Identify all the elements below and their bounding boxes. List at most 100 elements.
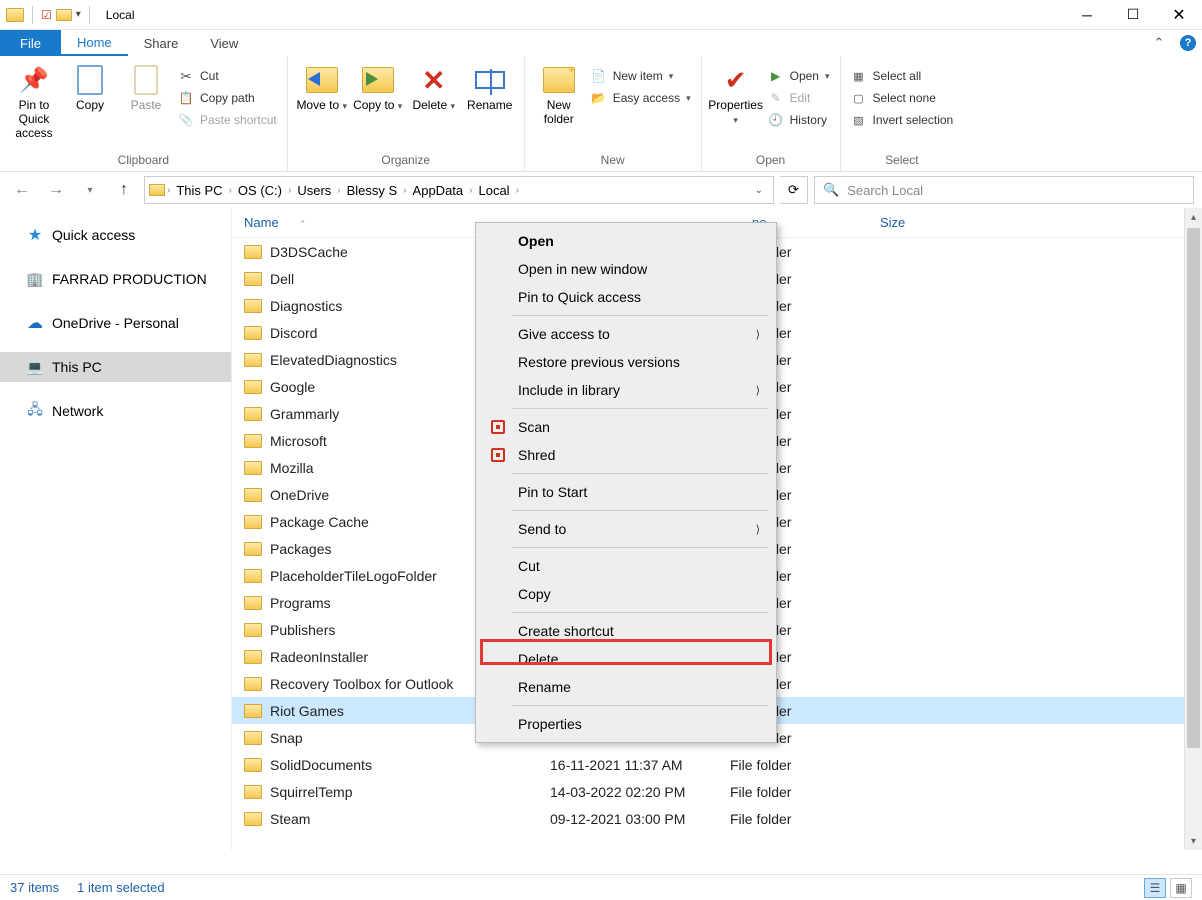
- cm-shred[interactable]: Shred: [478, 441, 774, 469]
- address-dropdown-icon[interactable]: ⌄: [749, 185, 769, 196]
- address-bar[interactable]: › This PC› OS (C:)› Users› Blessy S› App…: [144, 176, 774, 204]
- scissors-icon: ✂: [178, 68, 194, 84]
- cm-cut[interactable]: Cut: [478, 552, 774, 580]
- cm-rename[interactable]: Rename: [478, 673, 774, 701]
- tab-home[interactable]: Home: [61, 30, 128, 56]
- invert-selection-button[interactable]: ▨Invert selection: [847, 110, 958, 130]
- forward-button[interactable]: →: [42, 176, 70, 204]
- newitem-icon: 📄: [591, 68, 607, 84]
- up-button[interactable]: ↑: [110, 176, 138, 204]
- history-button[interactable]: 🕘History: [764, 110, 834, 130]
- cm-send-to[interactable]: Send to⟩: [478, 515, 774, 543]
- chevron-right-icon[interactable]: ›: [167, 185, 170, 196]
- close-button[interactable]: ✕: [1156, 0, 1202, 30]
- easy-access-button[interactable]: 📂Easy access ▾: [587, 88, 695, 108]
- sidebar-item-quick-access[interactable]: ★Quick access: [0, 220, 231, 250]
- qat-dropdown-icon[interactable]: ▾: [76, 9, 81, 20]
- chevron-right-icon: ⟩: [756, 523, 760, 536]
- cm-create-shortcut[interactable]: Create shortcut: [478, 617, 774, 645]
- new-item-button[interactable]: 📄New item ▾: [587, 66, 695, 86]
- file-row[interactable]: SquirrelTemp14-03-2022 02:20 PMFile fold…: [232, 778, 1202, 805]
- sidebar-item-onedrive[interactable]: ☁OneDrive - Personal: [0, 308, 231, 338]
- refresh-button[interactable]: ⟳: [780, 176, 808, 204]
- sidebar-item-this-pc[interactable]: 💻This PC: [0, 352, 231, 382]
- cm-restore-versions[interactable]: Restore previous versions: [478, 348, 774, 376]
- sidebar-item-custom[interactable]: 🏢FARRAD PRODUCTION: [0, 264, 231, 294]
- rename-button[interactable]: Rename: [462, 62, 518, 115]
- search-box[interactable]: 🔍: [814, 176, 1194, 204]
- star-icon: ★: [26, 226, 44, 244]
- search-icon: 🔍: [823, 182, 839, 198]
- scroll-down-icon[interactable]: ▾: [1185, 832, 1202, 850]
- scroll-up-icon[interactable]: ▴: [1185, 208, 1202, 226]
- search-input[interactable]: [847, 183, 1185, 198]
- cm-properties[interactable]: Properties: [478, 710, 774, 738]
- sidebar-item-network[interactable]: 🖧Network: [0, 396, 231, 426]
- cut-button[interactable]: ✂Cut: [174, 66, 281, 86]
- pin-to-quick-access-button[interactable]: 📌 Pin to Quick access: [6, 62, 62, 142]
- vertical-scrollbar[interactable]: ▴ ▾: [1184, 208, 1202, 850]
- breadcrumb[interactable]: Blessy S: [343, 183, 402, 198]
- cm-scan[interactable]: Scan: [478, 413, 774, 441]
- paste-button[interactable]: Paste: [118, 62, 174, 115]
- move-to-button[interactable]: Move to ▾: [294, 62, 350, 115]
- qat-folder-icon[interactable]: [56, 9, 72, 21]
- details-view-button[interactable]: ☰: [1144, 878, 1166, 898]
- cm-open-new-window[interactable]: Open in new window: [478, 255, 774, 283]
- cm-include-library[interactable]: Include in library⟩: [478, 376, 774, 404]
- cm-copy[interactable]: Copy: [478, 580, 774, 608]
- copy-path-button[interactable]: 📋Copy path: [174, 88, 281, 108]
- maximize-button[interactable]: ☐: [1110, 0, 1156, 30]
- properties-button[interactable]: ✔ Properties ▾: [708, 62, 764, 129]
- folder-icon: [244, 704, 262, 718]
- folder-icon: [244, 272, 262, 286]
- breadcrumb[interactable]: This PC: [172, 183, 226, 198]
- mcafee-icon: [490, 447, 506, 463]
- file-name: Steam: [270, 811, 550, 827]
- file-row[interactable]: SolidDocuments16-11-2021 11:37 AMFile fo…: [232, 751, 1202, 778]
- arrow-right-icon: [366, 72, 378, 86]
- file-type: File folder: [730, 784, 880, 800]
- copy-to-button[interactable]: Copy to ▾: [350, 62, 406, 115]
- window-title: Local: [106, 8, 135, 22]
- cm-give-access[interactable]: Give access to⟩: [478, 320, 774, 348]
- breadcrumb[interactable]: Users: [293, 183, 335, 198]
- breadcrumb[interactable]: Local: [474, 183, 513, 198]
- select-all-button[interactable]: ▦Select all: [847, 66, 958, 86]
- breadcrumb[interactable]: OS (C:): [234, 183, 286, 198]
- help-button[interactable]: ?: [1174, 30, 1202, 56]
- edit-button[interactable]: ✎Edit: [764, 88, 834, 108]
- breadcrumb[interactable]: AppData: [409, 183, 468, 198]
- status-bar: 37 items 1 item selected ☰ ▦: [0, 874, 1202, 900]
- collapse-ribbon-icon[interactable]: ⌃: [1144, 30, 1174, 56]
- open-button[interactable]: ▶Open ▾: [764, 66, 834, 86]
- minimize-button[interactable]: ─: [1064, 0, 1110, 30]
- scrollbar-thumb[interactable]: [1187, 228, 1200, 748]
- cm-delete[interactable]: Delete: [478, 645, 774, 673]
- file-type: File folder: [730, 757, 880, 773]
- cm-pin-start[interactable]: Pin to Start: [478, 478, 774, 506]
- folder-icon: [244, 758, 262, 772]
- tab-file[interactable]: File: [0, 30, 61, 56]
- cm-pin-quick-access[interactable]: Pin to Quick access: [478, 283, 774, 311]
- qat-checkbox-icon[interactable]: ☑: [41, 8, 52, 22]
- paste-shortcut-button[interactable]: 📎Paste shortcut: [174, 110, 281, 130]
- folder-icon: [244, 326, 262, 340]
- icons-view-button[interactable]: ▦: [1170, 878, 1192, 898]
- arrow-left-icon: [308, 72, 320, 86]
- file-row[interactable]: Steam09-12-2021 03:00 PMFile folder: [232, 805, 1202, 832]
- pin-icon: 📌: [19, 66, 49, 95]
- new-folder-button[interactable]: New folder: [531, 62, 587, 129]
- recent-locations-button[interactable]: ▾: [76, 176, 104, 204]
- copy-button[interactable]: Copy: [62, 62, 118, 115]
- file-name: SquirrelTemp: [270, 784, 550, 800]
- tab-share[interactable]: Share: [128, 30, 195, 56]
- group-select: ▦Select all ▢Select none ▨Invert selecti…: [841, 56, 964, 171]
- header-size[interactable]: Size: [872, 215, 992, 230]
- cm-open[interactable]: Open: [478, 227, 774, 255]
- mcafee-icon: [490, 419, 506, 435]
- back-button[interactable]: ←: [8, 176, 36, 204]
- select-none-button[interactable]: ▢Select none: [847, 88, 958, 108]
- tab-view[interactable]: View: [194, 30, 254, 56]
- delete-button[interactable]: ✕ Delete ▾: [406, 62, 462, 115]
